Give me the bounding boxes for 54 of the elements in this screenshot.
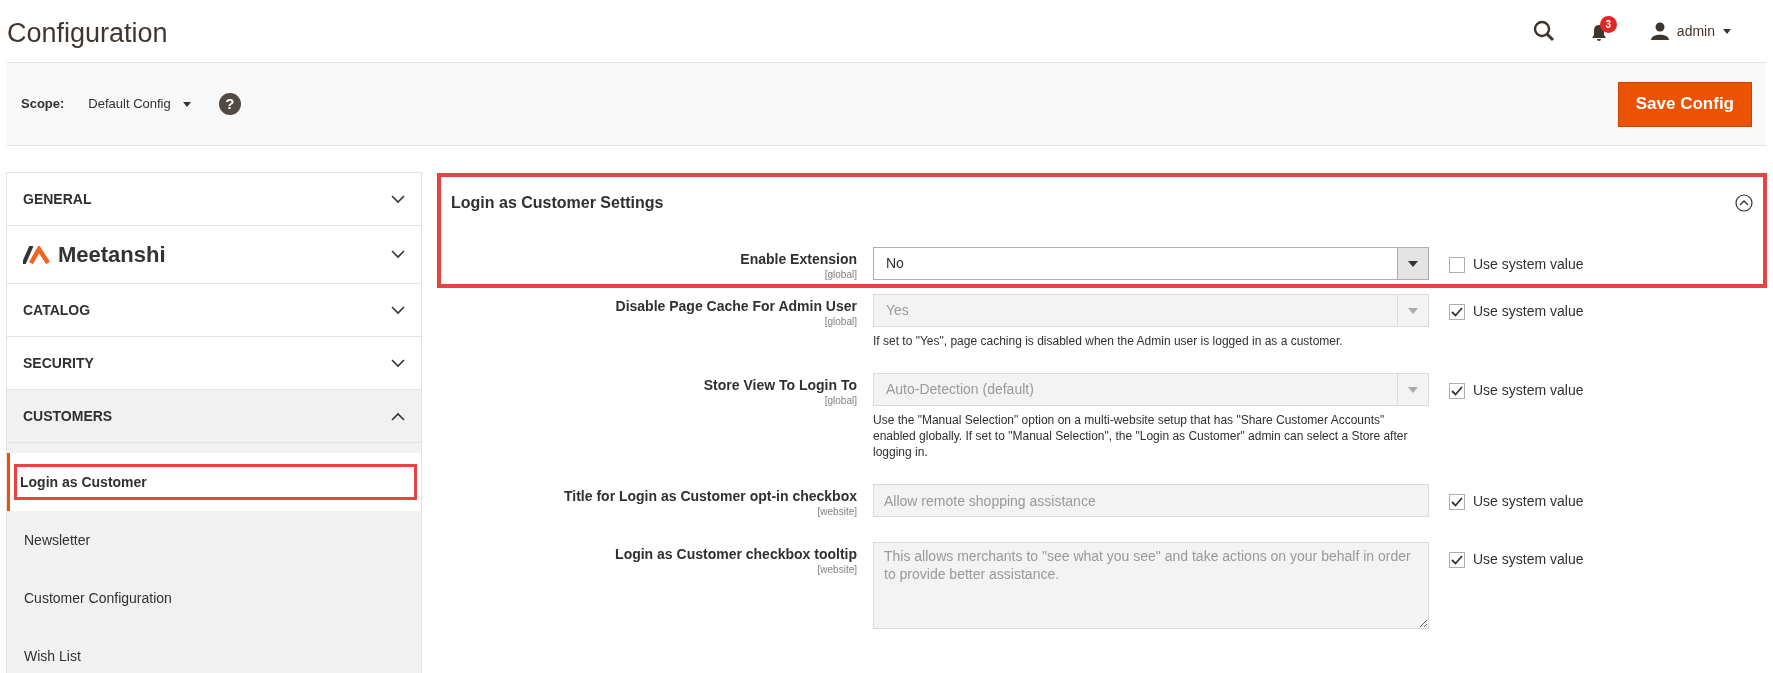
sidebar-section[interactable]: SECURITY — [6, 336, 422, 390]
checkbox-label: Use system value — [1473, 492, 1584, 511]
caret-icon — [1723, 28, 1731, 34]
sidebar-section[interactable]: Meetanshi — [6, 225, 422, 284]
save-config-button[interactable]: Save Config — [1617, 81, 1752, 127]
caret-icon — [1408, 260, 1418, 267]
field-note: If set to "Yes", page caching is disabled when the Admin user is logged in as a customer. — [873, 333, 1344, 349]
sidebar-section[interactable]: GENERAL — [6, 172, 422, 226]
scope-label: [global] — [824, 394, 857, 407]
search-icon[interactable] — [1532, 20, 1555, 42]
scope-dropdown[interactable]: Default Config — [88, 94, 191, 114]
caret-icon — [182, 101, 191, 107]
chevron-down-icon — [391, 358, 405, 368]
checkbox-label: Use system value — [1473, 302, 1584, 321]
field-label: Login as Customer checkbox tooltip — [615, 546, 857, 563]
chevron-down-icon — [391, 194, 405, 204]
sidebar-link[interactable]: Customer Configuration — [7, 569, 421, 627]
sidebar-link[interactable]: Wish List — [7, 627, 421, 673]
checkmark-icon — [1451, 496, 1463, 507]
sidebar-link[interactable]: Login as Customer — [7, 453, 421, 511]
collapse-icon[interactable] — [1735, 194, 1753, 212]
field-label: Disable Page Cache For Admin User — [615, 298, 857, 315]
field-note: Use the "Manual Selection" option on a multi-website setup that has "Share Customer Accounts" enabled globally. If set to "Manual Selection", the "Login as Customer" admin can select a Store after logging in. — [873, 412, 1409, 460]
checkbox-label: Use system value — [1473, 255, 1584, 274]
user-icon — [1650, 22, 1669, 40]
checkmark-icon — [1451, 306, 1463, 317]
field-label: Enable Extension — [740, 251, 857, 268]
dropdown-field[interactable]: No — [873, 247, 1429, 280]
checkbox-label: Use system value — [1473, 550, 1584, 569]
chevron-down-icon — [391, 250, 405, 259]
notification-count: 3 — [1599, 16, 1617, 33]
scope-label: [global] — [824, 268, 857, 281]
caret-icon — [1408, 386, 1418, 393]
checkbox[interactable] — [1449, 256, 1465, 273]
field-label: Store View To Login To — [703, 377, 857, 394]
sidebar-link[interactable]: Newsletter — [7, 511, 421, 569]
logo-icon — [23, 245, 52, 264]
chevron-up-icon — [391, 411, 405, 421]
checkbox-label: Use system value — [1473, 381, 1584, 400]
sidebar-section[interactable]: CATALOG — [6, 283, 422, 337]
sidebar-section[interactable]: CUSTOMERS — [6, 389, 422, 443]
field-label: Title for Login as Customer opt-in checkbox — [564, 488, 857, 505]
page-title: Configuration — [7, 16, 168, 50]
checkmark-icon — [1451, 385, 1463, 396]
section-title: Login as Customer Settings — [451, 193, 664, 213]
chevron-down-icon — [391, 305, 405, 315]
scope-label: [website] — [817, 505, 857, 518]
scope-label: [global] — [824, 315, 857, 328]
help-button[interactable]: ? — [218, 93, 241, 115]
caret-icon — [1408, 307, 1418, 314]
checkmark-icon — [1451, 554, 1463, 565]
user-menu[interactable]: admin — [1650, 20, 1731, 42]
scope-label: Scope: — [21, 95, 65, 114]
scope-label: [website] — [817, 563, 857, 576]
